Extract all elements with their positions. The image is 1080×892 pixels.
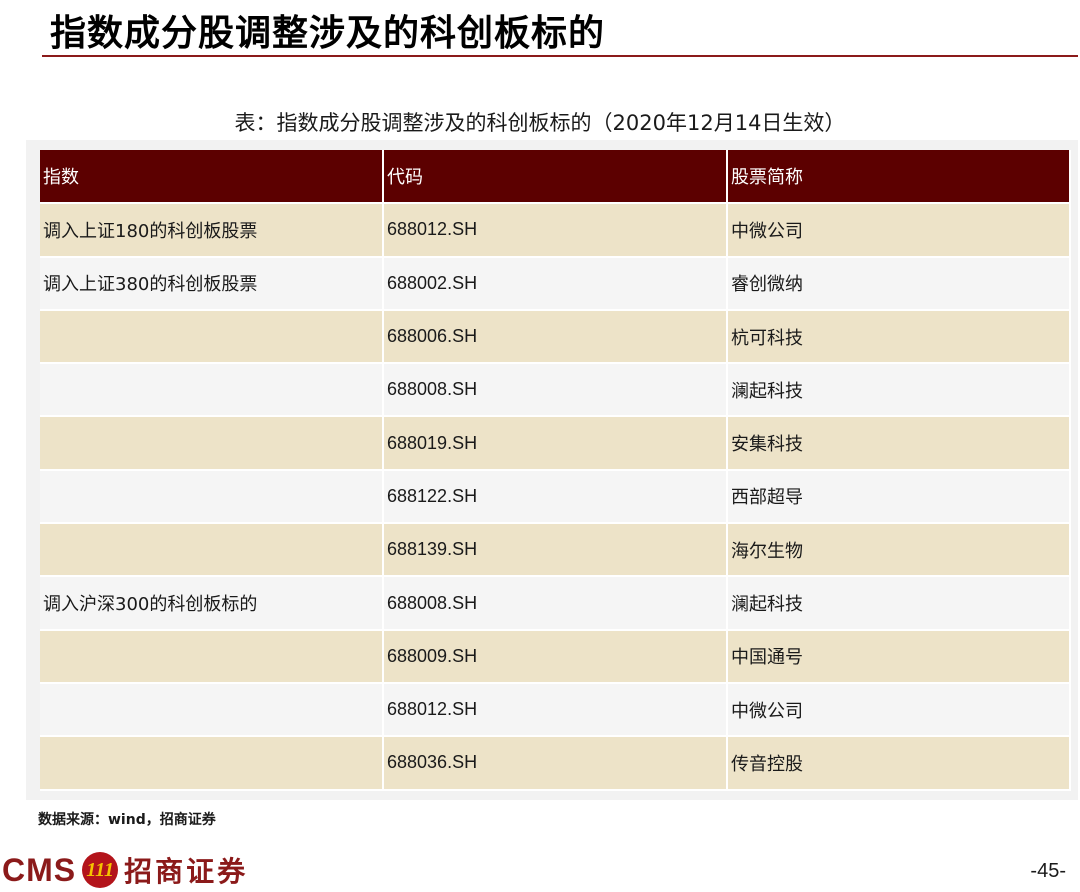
table-row: 688009.SH 中国通号 — [40, 629, 1071, 684]
cell-index — [40, 416, 384, 471]
cell-code: 688122.SH — [383, 469, 728, 525]
cell-index — [40, 309, 384, 365]
cell-index — [40, 363, 384, 418]
table-row: 688012.SH 中微公司 — [40, 682, 1071, 738]
cell-name: 传音控股 — [727, 736, 1071, 791]
cell-name: 西部超导 — [727, 469, 1071, 525]
table-row: 调入上证180的科创板股票 688012.SH 中微公司 — [40, 203, 1071, 258]
table-row: 调入上证380的科创板股票 688002.SH 睿创微纳 — [40, 256, 1071, 311]
header-index: 指数 — [40, 150, 384, 205]
cell-code: 688002.SH — [383, 256, 728, 311]
page-number: -45- — [1030, 860, 1066, 882]
table-row: 688036.SH 传音控股 — [40, 736, 1071, 791]
cell-index — [40, 629, 384, 684]
cell-index: 调入上证380的科创板股票 — [40, 256, 384, 311]
cell-code: 688012.SH — [383, 682, 728, 738]
cell-code: 688008.SH — [383, 576, 728, 631]
company-logo: CMS 111 招商证券 — [2, 850, 248, 890]
cell-code: 688012.SH — [383, 203, 728, 258]
cell-index — [40, 736, 384, 791]
cell-index — [40, 682, 384, 738]
cell-index: 调入沪深300的科创板标的 — [40, 576, 384, 631]
table-row: 688008.SH 澜起科技 — [40, 363, 1071, 418]
cell-code: 688019.SH — [383, 416, 728, 471]
title-divider — [42, 55, 1078, 57]
header-name: 股票简称 — [727, 150, 1071, 205]
table-row: 调入沪深300的科创板标的 688008.SH 澜起科技 — [40, 576, 1071, 631]
cell-index — [40, 469, 384, 525]
table-caption: 表：指数成分股调整涉及的科创板标的（2020年12月14日生效） — [234, 111, 846, 135]
table-row: 688006.SH 杭可科技 — [40, 309, 1071, 365]
cell-code: 688036.SH — [383, 736, 728, 791]
cell-name: 睿创微纳 — [727, 256, 1071, 311]
table-row: 688122.SH 西部超导 — [40, 469, 1071, 525]
cell-name: 杭可科技 — [727, 309, 1071, 365]
cell-index — [40, 523, 384, 578]
cell-code: 688008.SH — [383, 363, 728, 418]
table-row: 688019.SH 安集科技 — [40, 416, 1071, 471]
cell-name: 安集科技 — [727, 416, 1071, 471]
source-note: 数据来源：wind，招商证券 — [38, 812, 216, 828]
cell-name: 澜起科技 — [727, 363, 1071, 418]
table-body: 调入上证180的科创板股票 688012.SH 中微公司 调入上证380的科创板股票 6… — [40, 203, 1071, 791]
cell-name: 海尔生物 — [727, 523, 1071, 578]
logo-cn-text: 招商证券 — [124, 855, 249, 888]
header-code: 代码 — [383, 150, 728, 205]
cell-name: 中国通号 — [727, 629, 1071, 684]
cell-code: 688009.SH — [383, 629, 728, 684]
logo-cms-text: CMS — [2, 851, 77, 888]
cell-index: 调入上证180的科创板股票 — [40, 203, 384, 258]
table-row: 688139.SH 海尔生物 — [40, 523, 1071, 578]
cell-code: 688139.SH — [383, 523, 728, 578]
cell-code: 688006.SH — [383, 309, 728, 365]
cell-name: 中微公司 — [727, 203, 1071, 258]
table-header-row: 指数 代码 股票简称 — [40, 150, 1071, 205]
logo-emblem-icon: 111 — [82, 852, 119, 888]
cell-name: 中微公司 — [727, 682, 1071, 738]
cell-name: 澜起科技 — [727, 576, 1071, 631]
page-title: 指数成分股调整涉及的科创板标的 — [50, 13, 606, 54]
data-table: 指数 代码 股票简称 调入上证180的科创板股票 688012.SH 中微公司 调入上… — [40, 150, 1071, 791]
